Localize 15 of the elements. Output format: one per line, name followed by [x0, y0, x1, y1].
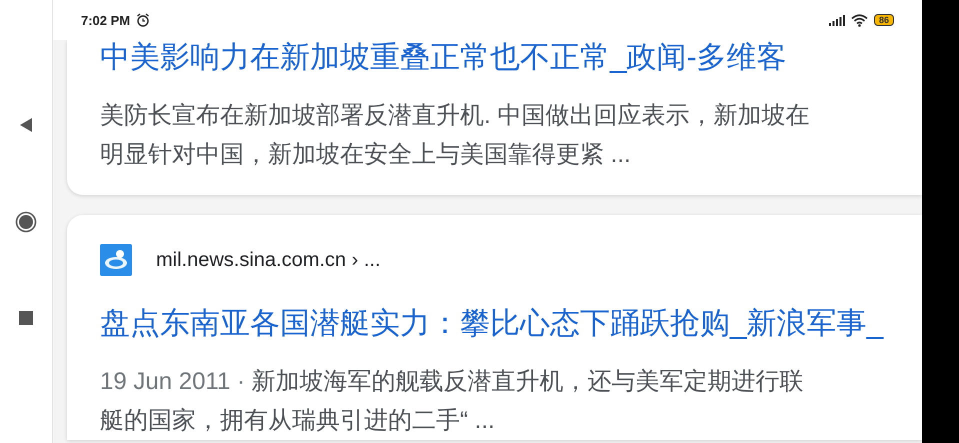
signal-icon [828, 14, 845, 26]
back-icon[interactable] [19, 117, 33, 133]
result-title[interactable]: 盘点东南亚各国潜艇实力：攀比心态下踊跃抢购_新浪军事_ [100, 306, 884, 342]
site-logo-icon [100, 244, 132, 276]
clock-time: 7:02 PM [81, 12, 130, 28]
wifi-icon [850, 14, 868, 26]
battery-level: 86 [874, 14, 894, 26]
result-snippet: 艇的国家，拥有从瑞典引进的二手“ ... [100, 406, 495, 436]
result-title[interactable]: 中美影响力在新加坡重叠正常也不正常_政闻-多维客 [100, 40, 787, 76]
result-snippet: 明显针对中国，新加坡在安全上与美国靠得更紧 ... [100, 140, 631, 170]
alarm-icon [136, 13, 150, 27]
result-url[interactable]: mil.news.sina.com.cn › ... [156, 248, 381, 272]
home-icon[interactable] [15, 211, 37, 233]
result-snippet: 19 Jun 2011 · 新加坡海军的舰载反潜直升机，还与美军定期进行联 [100, 367, 804, 397]
result-snippet: 美防长宣布在新加坡部署反潜直升机. 中国做出回应表示，新加坡在 [100, 101, 810, 131]
